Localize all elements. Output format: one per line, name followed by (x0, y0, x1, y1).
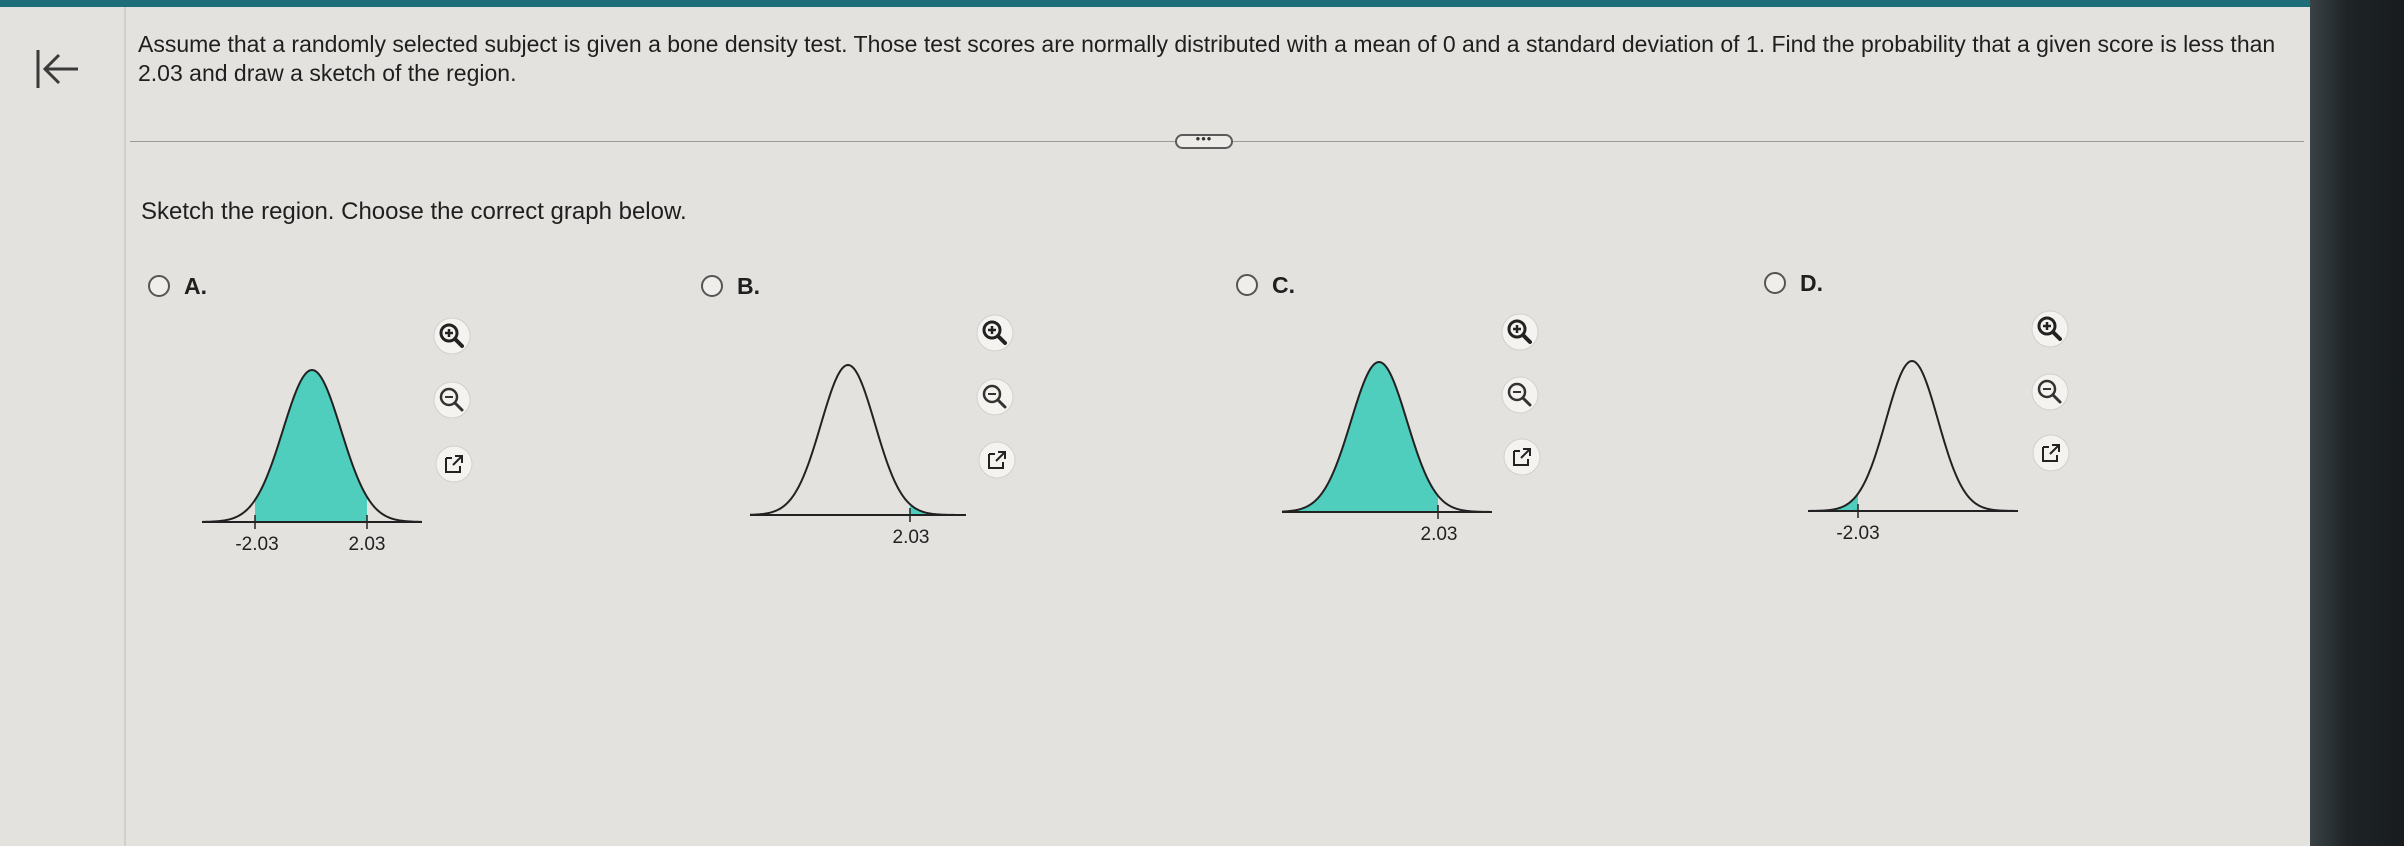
option-c-letter: C. (1272, 272, 1295, 298)
option-d-letter: D. (1800, 270, 1823, 296)
option-b-zoom-in-icon[interactable] (975, 313, 1015, 353)
option-a-letter: A. (184, 273, 207, 299)
option-a-shaded-region (255, 370, 367, 522)
option-a-tick-label-right: 2.03 (349, 534, 386, 555)
option-d-open-in-new-window-icon[interactable] (2031, 433, 2071, 473)
option-c-zoom-in-icon[interactable] (1500, 312, 1540, 352)
option-d-zoom-in-icon[interactable] (2030, 309, 2070, 349)
monitor-bezel (2310, 0, 2404, 846)
option-c-radio[interactable] (1236, 274, 1258, 296)
option-d-bell-curve (1807, 359, 2018, 512)
option-a-tick-label-left: -2.03 (235, 534, 278, 555)
option-b-tick-label: 2.03 (893, 527, 930, 548)
option-c-graph: 2.03 (1281, 360, 1493, 545)
back-to-start-icon[interactable] (32, 44, 82, 94)
option-b-zoom-out-icon[interactable] (975, 377, 1015, 417)
option-b-graph: 2.03 (749, 363, 966, 548)
option-d-graph: -2.03 (1807, 359, 2018, 544)
option-a-zoom-in-icon[interactable] (432, 316, 472, 356)
left-rail (0, 7, 126, 846)
option-d-zoom-out-icon[interactable] (2030, 372, 2070, 412)
option-c-zoom-out-icon[interactable] (1500, 375, 1540, 415)
option-d-radio[interactable] (1764, 272, 1786, 294)
option-b-radio[interactable] (701, 275, 723, 297)
option-b-bell-curve (749, 363, 966, 516)
option-b-letter: B. (737, 273, 760, 299)
option-c-tick-label: 2.03 (1421, 524, 1458, 545)
question-text: Assume that a randomly selected subject … (138, 31, 2276, 86)
option-b-open-in-new-window-icon[interactable] (977, 440, 1017, 480)
option-a-zoom-out-icon[interactable] (432, 380, 472, 420)
prompt-text: Sketch the region. Choose the correct gr… (141, 198, 687, 225)
option-c-open-in-new-window-icon[interactable] (1502, 437, 1542, 477)
option-a-graph: -2.03 2.03 (201, 368, 423, 555)
option-a-radio[interactable] (148, 275, 170, 297)
option-d-tick-label: -2.03 (1836, 523, 1879, 544)
option-a-open-in-new-window-icon[interactable] (434, 444, 474, 484)
option-c-shaded-region (1282, 362, 1438, 512)
top-bar (0, 0, 2404, 7)
expand-more-button[interactable]: ••• (1175, 132, 1233, 149)
